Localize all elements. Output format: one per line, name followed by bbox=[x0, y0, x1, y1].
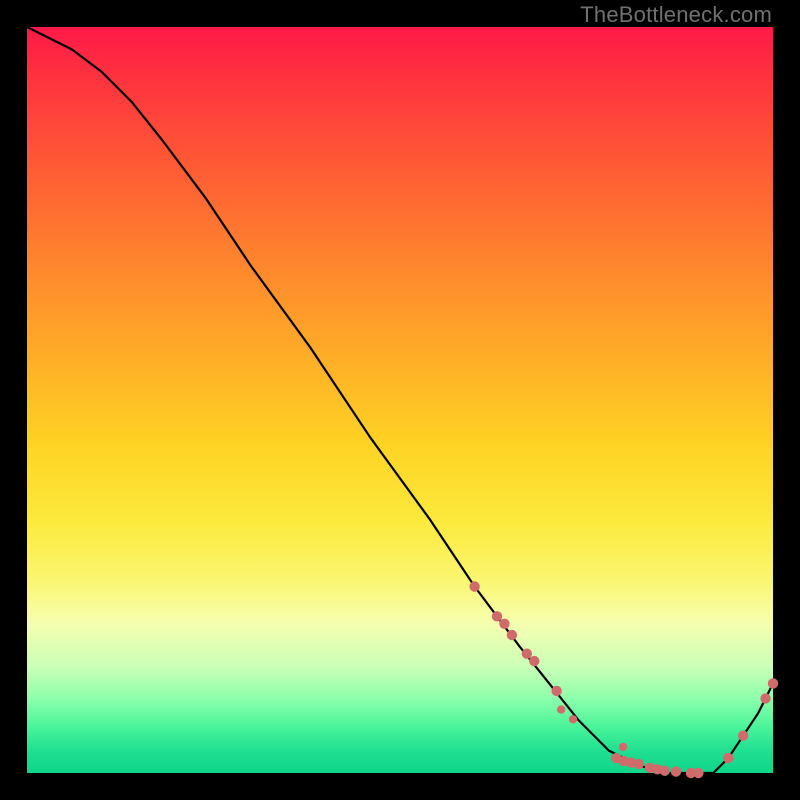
data-point bbox=[660, 766, 670, 776]
chart-svg bbox=[27, 27, 773, 773]
data-point bbox=[738, 731, 748, 741]
data-point bbox=[529, 656, 539, 666]
data-point bbox=[522, 648, 532, 658]
data-point bbox=[671, 766, 681, 776]
data-point bbox=[760, 693, 770, 703]
data-point bbox=[499, 619, 509, 629]
data-point bbox=[492, 611, 502, 621]
data-point bbox=[619, 743, 627, 751]
data-point bbox=[469, 581, 479, 591]
data-point bbox=[557, 705, 565, 713]
data-point bbox=[507, 630, 517, 640]
watermark-text: TheBottleneck.com bbox=[580, 2, 772, 28]
data-point bbox=[693, 768, 703, 778]
data-point bbox=[634, 759, 644, 769]
data-point bbox=[723, 753, 733, 763]
data-point bbox=[768, 678, 778, 688]
data-point bbox=[569, 715, 577, 723]
chart-frame: TheBottleneck.com bbox=[0, 0, 800, 800]
data-point bbox=[551, 686, 561, 696]
plot-area bbox=[27, 27, 773, 773]
bottleneck-curve bbox=[27, 27, 773, 773]
stray-markers bbox=[557, 705, 627, 751]
